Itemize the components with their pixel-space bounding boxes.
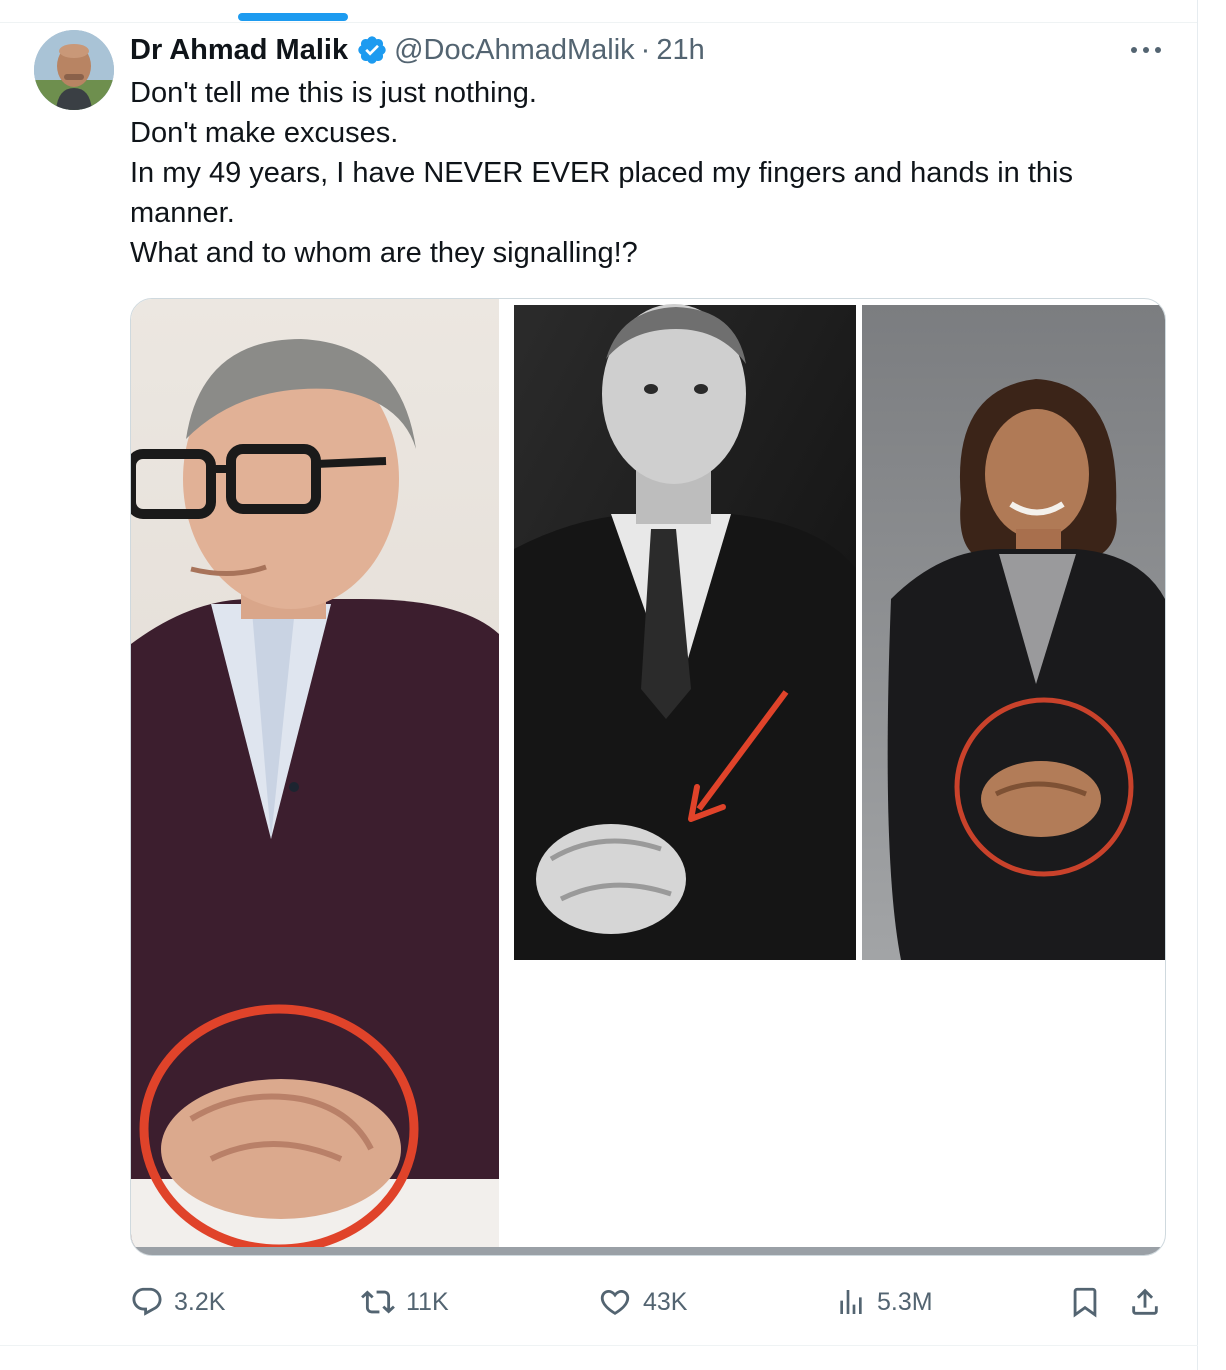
more-options-icon[interactable]	[1128, 38, 1164, 62]
separator-dot: ·	[640, 33, 651, 66]
repost-icon	[361, 1290, 395, 1314]
bookmark-icon	[1073, 1287, 1097, 1318]
tweet-media[interactable]	[130, 298, 1166, 1256]
media-panel-left	[131, 299, 499, 1255]
share-button[interactable]	[1128, 1280, 1172, 1324]
avatar[interactable]	[34, 30, 114, 110]
tweet-text: Don't tell me this is just nothing. Don'…	[130, 73, 1150, 273]
timestamp[interactable]: 21h	[656, 34, 704, 67]
bookmark-button[interactable]	[1068, 1280, 1112, 1324]
tweet-page: Dr Ahmad Malik @DocAhmadMalik · 21h Don'…	[0, 0, 1226, 1370]
action-bar: 3.2K 11K 43K 5.3M	[130, 1280, 1170, 1324]
divider-right	[1197, 0, 1198, 1370]
display-name[interactable]: Dr Ahmad Malik	[130, 34, 348, 67]
media-panel-middle	[514, 304, 856, 960]
handle[interactable]: @DocAhmadMalik	[394, 34, 635, 67]
reply-count: 3.2K	[174, 1288, 226, 1316]
tweet-text-line: What and to whom are they signalling!?	[130, 237, 638, 269]
repost-button[interactable]: 11K	[360, 1280, 449, 1324]
media-bottom-bar	[131, 1247, 1165, 1255]
reply-button[interactable]: 3.2K	[130, 1280, 225, 1324]
tweet-text-line: Don't tell me this is just nothing.	[130, 77, 537, 109]
tweet-text-line: In my 49 years, I have NEVER EVER placed…	[130, 157, 1082, 229]
repost-count: 11K	[406, 1288, 449, 1316]
like-button[interactable]: 43K	[597, 1280, 687, 1324]
heart-icon	[600, 1289, 630, 1315]
divider-top	[0, 22, 1198, 23]
media-panel-right	[862, 305, 1165, 960]
share-icon	[1132, 1288, 1158, 1315]
active-tab-indicator	[238, 13, 348, 21]
like-count: 43K	[643, 1288, 688, 1316]
divider-bottom	[0, 1345, 1198, 1346]
tweet-header: Dr Ahmad Malik @DocAhmadMalik · 21h	[130, 30, 705, 70]
views-button[interactable]: 5.3M	[835, 1280, 933, 1324]
verified-badge-icon	[356, 34, 388, 66]
views-count: 5.3M	[877, 1288, 933, 1316]
tweet-text-line: Don't make excuses.	[130, 117, 399, 149]
reply-icon	[132, 1287, 162, 1316]
views-icon	[840, 1290, 862, 1314]
